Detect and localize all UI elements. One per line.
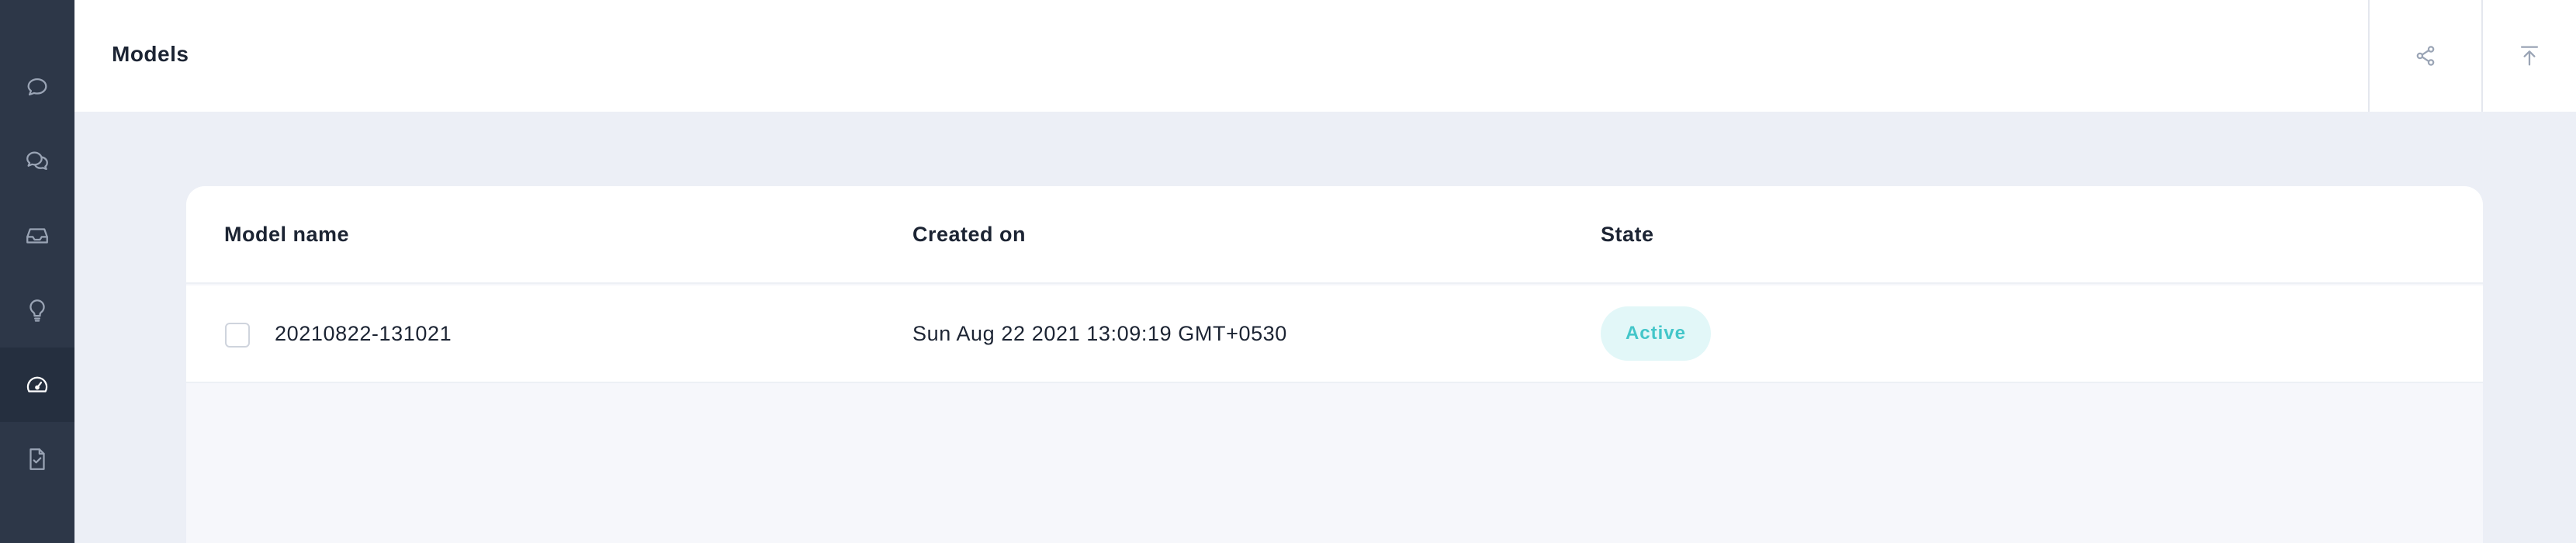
chat-bubble-icon <box>27 78 47 96</box>
status-badge: Active <box>1601 306 1711 361</box>
lightbulb-icon <box>29 299 45 322</box>
table-row[interactable]: 20210822-131021 Sun Aug 22 2021 13:09:19… <box>186 285 2483 383</box>
sidebar-item-inbox[interactable] <box>0 199 74 273</box>
share-icon <box>2416 46 2435 66</box>
inbox-icon <box>26 228 48 244</box>
sidebar-item-chat[interactable] <box>0 50 74 124</box>
dashboard-gauge-icon <box>26 376 48 393</box>
file-check-icon <box>29 448 45 470</box>
sidebar-item-conversations[interactable] <box>0 124 74 199</box>
sidebar-item-reports[interactable] <box>0 422 74 496</box>
upload-icon <box>2520 46 2539 66</box>
models-table: Model name Created on State 20210822-131… <box>186 186 2483 543</box>
model-name-cell[interactable]: 20210822-131021 <box>275 322 452 346</box>
page-title: Models <box>112 42 189 66</box>
upload-button[interactable] <box>2481 0 2576 112</box>
column-header-model-name[interactable]: Model name <box>224 223 349 247</box>
table-header: Model name Created on State <box>186 186 2483 284</box>
share-button[interactable] <box>2368 0 2481 112</box>
conversations-icon <box>26 151 48 171</box>
sidebar <box>0 0 74 543</box>
created-on-cell: Sun Aug 22 2021 13:09:19 GMT+0530 <box>912 322 1287 345</box>
column-header-state[interactable]: State <box>1601 223 1654 247</box>
sidebar-item-models[interactable] <box>0 348 74 422</box>
sidebar-item-ideas[interactable] <box>0 273 74 348</box>
row-checkbox[interactable] <box>225 323 250 348</box>
page-header: Models <box>74 0 2576 112</box>
column-header-created-on[interactable]: Created on <box>912 223 1026 247</box>
